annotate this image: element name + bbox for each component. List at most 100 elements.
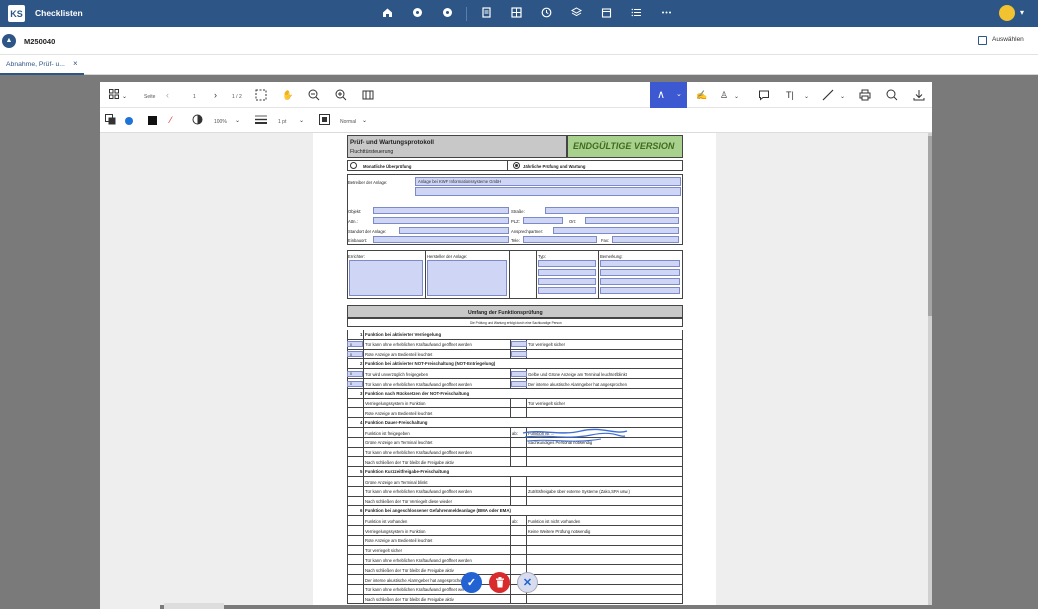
chevron-down-icon[interactable]: ⌄: [362, 115, 367, 127]
section-title: Funktion Kurzzeitfreigabe-Freischaltung: [365, 469, 450, 475]
line-tool-icon[interactable]: [822, 89, 834, 104]
app-logo[interactable]: KS: [8, 5, 25, 22]
grid-icon[interactable]: [510, 7, 523, 20]
result-dropdown[interactable]: 0: [347, 341, 363, 348]
pan-hand-icon[interactable]: ✋: [282, 89, 293, 101]
select-region-icon[interactable]: [255, 89, 267, 104]
fill-color-swatch[interactable]: [148, 116, 157, 125]
fill-stroke-icon[interactable]: [105, 114, 116, 128]
remark-field-3[interactable]: [600, 278, 680, 285]
download-icon[interactable]: [913, 89, 925, 104]
home-icon[interactable]: [381, 7, 394, 20]
blend-mode-value[interactable]: Normal: [340, 116, 356, 128]
fax-field[interactable]: [612, 236, 679, 243]
clock-icon[interactable]: [540, 7, 553, 20]
remark-field-1[interactable]: [600, 260, 680, 267]
comment-icon[interactable]: [758, 89, 770, 104]
operator-field[interactable]: Anlage bei KWF Informationssysteme GmbH: [415, 177, 681, 186]
page-number-input[interactable]: 1: [193, 91, 196, 103]
result-dropdown[interactable]: 0: [347, 370, 363, 377]
blend-mode-icon[interactable]: [319, 114, 330, 128]
type-field-3[interactable]: [538, 278, 596, 285]
chevron-down-icon[interactable]: ⌄: [676, 90, 682, 98]
install-field[interactable]: [373, 236, 509, 243]
confirm-button[interactable]: ✓: [461, 572, 482, 593]
zoom-in-icon[interactable]: [335, 89, 347, 104]
layers-icon[interactable]: [570, 7, 583, 20]
opacity-value[interactable]: 100%: [214, 116, 227, 128]
chevron-down-icon[interactable]: ⌄: [235, 115, 240, 127]
chevron-down-icon[interactable]: ▾: [1020, 8, 1024, 17]
thumbnails-icon[interactable]: [109, 89, 119, 102]
opacity-icon[interactable]: [192, 114, 203, 128]
print-icon[interactable]: [859, 89, 871, 104]
stroke-color-swatch[interactable]: [125, 117, 133, 125]
stroke-width-value[interactable]: 1 pt: [278, 116, 286, 128]
dot-icon[interactable]: [441, 7, 454, 20]
chevron-down-icon[interactable]: ⌄: [734, 91, 739, 103]
checklist-item-right: Tür verriegelt sicher: [528, 401, 566, 407]
result-dropdown[interactable]: [511, 351, 527, 358]
checklist-item-right: Funktion ist nicht vorhanden: [528, 518, 581, 524]
result-dropdown[interactable]: 0: [347, 351, 363, 358]
checklist-row: Nach schließen der Tür Verriegelt diese …: [347, 496, 683, 507]
result-dropdown[interactable]: [511, 380, 527, 387]
line-width-icon[interactable]: [255, 114, 267, 128]
result-dropdown[interactable]: [511, 370, 527, 377]
location-field[interactable]: [399, 227, 509, 234]
ink-tool-button[interactable]: ∧ ⌄: [650, 82, 687, 108]
no-color-icon[interactable]: ⁄: [170, 114, 172, 126]
more-icon[interactable]: [660, 7, 673, 20]
calendar-icon[interactable]: [600, 7, 613, 20]
doc-icon[interactable]: [480, 7, 493, 20]
city-field[interactable]: [585, 217, 679, 224]
divider: [598, 250, 599, 299]
yearly-radio[interactable]: [513, 162, 520, 169]
operator-field-2[interactable]: [415, 187, 681, 196]
monthly-radio[interactable]: [350, 162, 357, 169]
object-field[interactable]: [373, 207, 509, 214]
user-avatar[interactable]: [999, 5, 1015, 21]
type-field-1[interactable]: [538, 260, 596, 267]
remark-field-2[interactable]: [600, 269, 680, 276]
collapse-button[interactable]: ▲: [2, 34, 16, 48]
manufacturer-field[interactable]: [427, 260, 507, 296]
fit-width-icon[interactable]: [362, 89, 374, 104]
chevron-down-icon[interactable]: ⌄: [840, 91, 845, 103]
signature-icon[interactable]: ✍: [696, 89, 707, 101]
zip-field[interactable]: [523, 217, 563, 224]
select-checkbox[interactable]: [978, 36, 987, 45]
attn-field[interactable]: [373, 217, 509, 224]
phone-field[interactable]: [523, 236, 597, 243]
viewer-scrollbar-thumb[interactable]: [928, 136, 932, 316]
close-icon[interactable]: ×: [73, 59, 78, 68]
bottom-tab-1[interactable]: [100, 603, 160, 609]
ink-annotation[interactable]: [521, 427, 631, 447]
divider: [510, 408, 511, 419]
checklist-item-mid: ab:: [512, 430, 518, 436]
installer-field[interactable]: [349, 260, 423, 296]
chevron-down-icon[interactable]: ⌄: [804, 91, 809, 103]
remark-field-4[interactable]: [600, 287, 680, 294]
dot-icon[interactable]: [411, 7, 424, 20]
stamp-icon[interactable]: ♙: [720, 89, 728, 101]
prev-page-icon[interactable]: ‹: [166, 89, 169, 101]
list-icon[interactable]: [630, 7, 643, 20]
result-dropdown[interactable]: [511, 341, 527, 348]
search-icon[interactable]: [886, 89, 898, 104]
chevron-down-icon[interactable]: ⌄: [122, 91, 127, 103]
contact-field[interactable]: [553, 227, 679, 234]
type-field-4[interactable]: [538, 287, 596, 294]
chevron-down-icon[interactable]: ⌄: [299, 115, 304, 127]
result-dropdown[interactable]: 0: [347, 380, 363, 387]
text-tool-icon[interactable]: T|: [786, 89, 794, 101]
street-field[interactable]: [545, 207, 679, 214]
zoom-out-icon[interactable]: [308, 89, 320, 104]
type-label: Typ:: [538, 254, 546, 259]
cancel-button[interactable]: ✕: [517, 572, 538, 593]
bottom-tab-2[interactable]: [164, 603, 224, 609]
type-field-2[interactable]: [538, 269, 596, 276]
delete-button[interactable]: [489, 572, 510, 593]
next-page-icon[interactable]: ›: [214, 89, 217, 101]
tab-document[interactable]: Abnahme, Prüf- u... ×: [0, 55, 84, 75]
